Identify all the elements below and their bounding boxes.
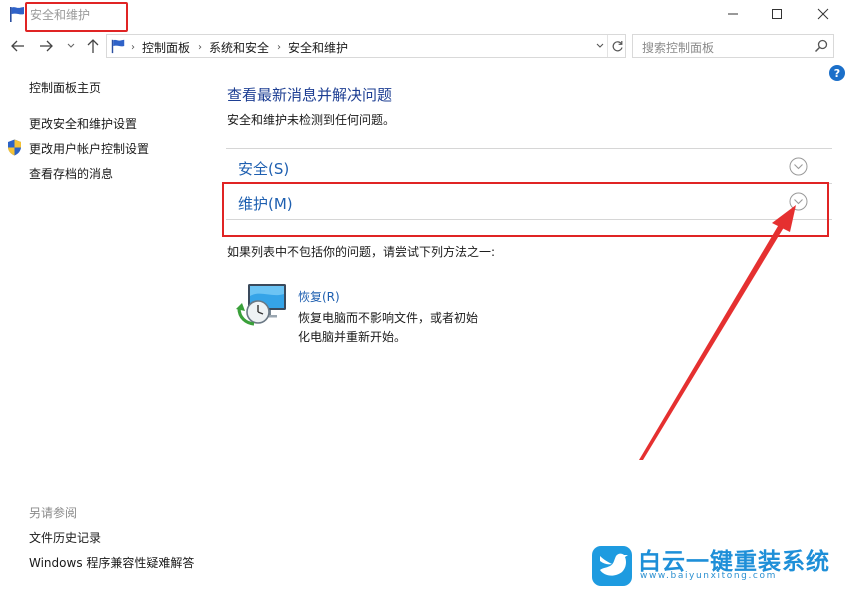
troubleshoot-hint: 如果列表中不包括你的问题，请尝试下列方法之一:: [227, 245, 496, 259]
security-section-header[interactable]: 安全(S): [238, 158, 289, 179]
recovery-description-line: 化电脑并重新开始。: [298, 330, 407, 344]
annotation-arrow: [639, 205, 796, 460]
recent-locations-button[interactable]: [64, 36, 78, 56]
see-also-heading: 另请参阅: [29, 506, 78, 520]
breadcrumb-separator-icon[interactable]: ›: [198, 42, 202, 53]
bird-icon: [600, 553, 628, 576]
close-icon: [817, 8, 829, 20]
chevron-down-icon: [596, 43, 603, 48]
address-bar[interactable]: › 控制面板 › 系统和安全 › 安全和维护: [106, 34, 626, 58]
help-icon[interactable]: ?: [829, 65, 845, 81]
arrow-up-icon: [87, 39, 99, 53]
watermark-url: www.baiyunxitong.com: [640, 571, 777, 581]
sidebar-item-change-uac-settings[interactable]: 更改用户帐户控制设置: [29, 140, 149, 157]
breadcrumb-separator-icon[interactable]: ›: [277, 42, 281, 53]
divider: [226, 148, 832, 149]
minimize-button[interactable]: [710, 0, 756, 28]
see-also-file-history[interactable]: 文件历史记录: [29, 529, 101, 546]
sidebar-item-change-security-settings[interactable]: 更改安全和维护设置: [29, 115, 137, 132]
sidebar-item-view-archived-messages[interactable]: 查看存档的消息: [29, 165, 113, 182]
breadcrumb-item[interactable]: 系统和安全: [209, 39, 269, 56]
status-message: 安全和维护未检测到任何问题。: [227, 113, 396, 127]
search-placeholder: 搜索控制面板: [642, 41, 715, 55]
maximize-button[interactable]: [754, 0, 800, 28]
arrow-left-icon: [11, 40, 24, 52]
title-bar: 安全和维护: [0, 0, 846, 32]
maintenance-highlight-box: [222, 182, 829, 237]
chevron-down-icon: [67, 43, 75, 48]
back-button[interactable]: [8, 36, 28, 56]
maximize-icon: [772, 9, 782, 19]
see-also-compatibility-troubleshooter[interactable]: Windows 程序兼容性疑难解答: [29, 554, 194, 571]
forward-button[interactable]: [36, 36, 56, 56]
bird-logo-icon: [592, 546, 632, 586]
uac-shield-icon: [8, 139, 21, 156]
recovery-description: 恢复电脑而不影响文件，或者初始 化电脑并重新开始。: [298, 309, 488, 347]
breadcrumb: › 控制面板 › 系统和安全 › 安全和维护: [131, 39, 348, 56]
minimize-icon: [728, 13, 738, 15]
arrow-right-icon: [40, 40, 53, 52]
title-highlight-box: [25, 2, 128, 32]
breadcrumb-item[interactable]: 控制面板: [142, 39, 190, 56]
refresh-button[interactable]: [607, 35, 626, 57]
breadcrumb-item[interactable]: 安全和维护: [288, 39, 348, 56]
recovery-icon[interactable]: [236, 282, 290, 328]
security-flag-icon: [10, 7, 24, 22]
search-field[interactable]: 搜索控制面板: [632, 34, 834, 58]
sidebar-item-control-panel-home[interactable]: 控制面板主页: [29, 79, 101, 96]
expand-chevron-icon[interactable]: [789, 157, 808, 176]
address-dropdown-button[interactable]: [590, 35, 608, 57]
up-button[interactable]: [84, 36, 102, 56]
watermark-logo: 白云一键重装系统 www.baiyunxitong.com: [592, 544, 842, 588]
navigation-bar: › 控制面板 › 系统和安全 › 安全和维护 搜索控制面板: [0, 32, 846, 60]
recovery-link[interactable]: 恢复(R): [298, 288, 340, 305]
breadcrumb-separator-icon[interactable]: ›: [131, 42, 135, 53]
refresh-icon: [612, 40, 623, 51]
security-flag-icon: [111, 39, 125, 54]
page-title: 查看最新消息并解决问题: [227, 86, 393, 104]
recovery-description-line: 恢复电脑而不影响文件，或者初始: [298, 311, 479, 325]
search-icon[interactable]: [813, 38, 829, 54]
close-button[interactable]: [800, 0, 846, 28]
